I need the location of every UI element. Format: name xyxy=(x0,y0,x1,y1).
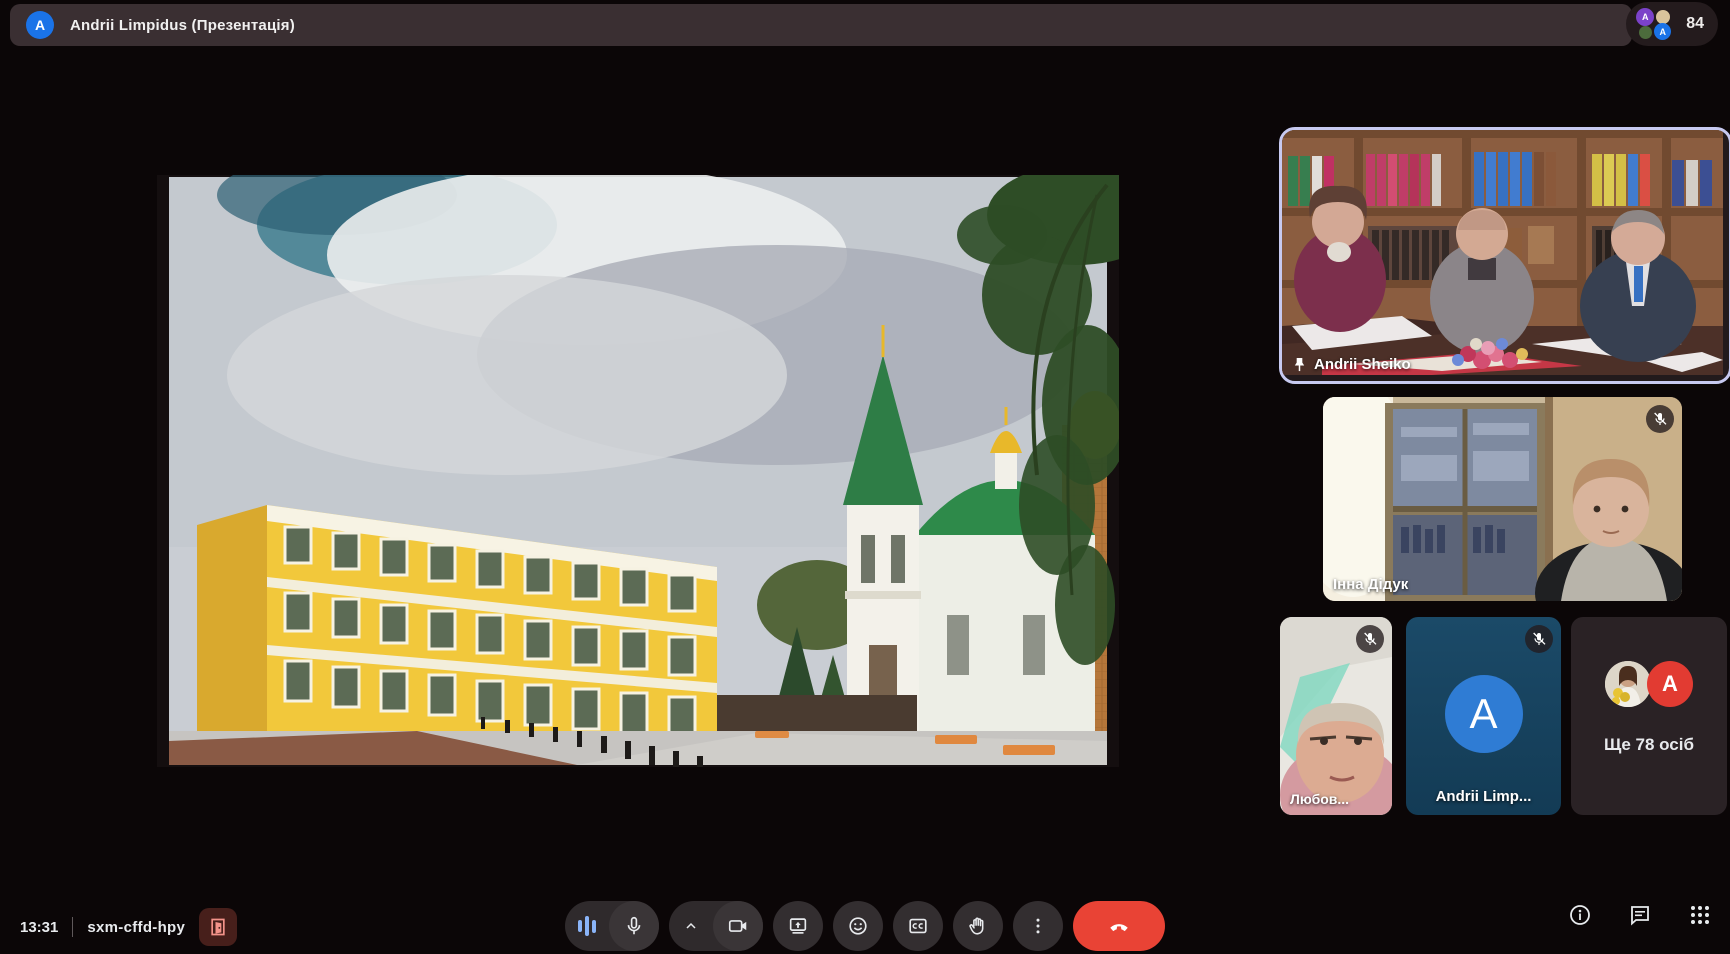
smiley-icon xyxy=(847,915,869,937)
video-tile-andrii-sheiko[interactable]: Andrii Sheiko xyxy=(1279,127,1730,384)
info-button[interactable] xyxy=(1568,903,1592,927)
present-screen-button[interactable] xyxy=(773,901,823,951)
overflow-count-label: Ще 78 осіб xyxy=(1571,735,1727,755)
avatar xyxy=(1605,661,1651,707)
raise-hand-icon xyxy=(967,915,989,937)
tile-name-label: Любов... xyxy=(1290,791,1349,807)
camera-icon xyxy=(727,915,749,937)
chat-icon xyxy=(1628,903,1652,927)
mic-off-icon xyxy=(1525,625,1553,653)
present-screen-icon xyxy=(787,915,809,937)
chat-button[interactable] xyxy=(1628,903,1652,927)
participants-badge[interactable]: A A 84 xyxy=(1626,2,1718,46)
raise-hand-button[interactable] xyxy=(953,901,1003,951)
presenter-banner[interactable]: A Andrii Limpidus (Презентація) xyxy=(10,4,1632,46)
overflow-participants-tile[interactable]: A Ще 78 осіб xyxy=(1571,617,1727,815)
apps-grid-button[interactable] xyxy=(1688,903,1712,927)
tile-name-label: Інна Дідук xyxy=(1333,576,1408,593)
presentation-slide-image xyxy=(157,175,1119,767)
avatar: A xyxy=(1445,675,1523,753)
video-tile-lyubov[interactable]: Любов... xyxy=(1280,617,1392,815)
avatar: A xyxy=(1647,661,1693,707)
more-options-icon xyxy=(1028,916,1048,936)
mic-control-group xyxy=(565,901,659,951)
tile-name-label: Andrii Limp... xyxy=(1436,788,1532,805)
mic-off-icon xyxy=(1356,625,1384,653)
equalizer-icon xyxy=(578,915,596,937)
call-controls xyxy=(0,901,1730,951)
video-feed xyxy=(1323,397,1682,601)
apps-grid-icon xyxy=(1688,903,1712,927)
avatar: A xyxy=(1654,23,1671,40)
google-meet-window: A Andrii Limpidus (Презентація) A A 84 xyxy=(0,0,1730,954)
overflow-avatars: A xyxy=(1605,661,1693,707)
presenter-label: Andrii Limpidus (Презентація) xyxy=(70,17,295,34)
avatar: A xyxy=(1636,8,1654,26)
voice-level-indicator xyxy=(565,901,609,951)
avatar xyxy=(1656,10,1670,24)
mic-off-icon xyxy=(1646,405,1674,433)
camera-control-group xyxy=(669,901,763,951)
avatar xyxy=(1639,26,1652,39)
mic-icon xyxy=(623,915,645,937)
presenter-avatar: A xyxy=(26,11,54,39)
participant-mini-avatars: A A xyxy=(1634,6,1678,42)
video-tile-inna-diduk[interactable]: Інна Дідук xyxy=(1323,397,1682,601)
participant-count: 84 xyxy=(1686,15,1704,33)
video-feed xyxy=(1282,130,1723,375)
mic-button[interactable] xyxy=(609,901,659,951)
tile-name-label: Andrii Sheiko xyxy=(1292,356,1411,373)
presentation-slide[interactable] xyxy=(157,175,1119,767)
camera-button[interactable] xyxy=(713,901,763,951)
meeting-panels xyxy=(1568,903,1712,927)
info-icon xyxy=(1568,903,1592,927)
reactions-button[interactable] xyxy=(833,901,883,951)
chevron-up-icon xyxy=(683,918,699,934)
more-options-button[interactable] xyxy=(1013,901,1063,951)
end-call-button[interactable] xyxy=(1073,901,1165,951)
captions-icon xyxy=(907,915,929,937)
pin-icon xyxy=(1292,357,1307,372)
video-tile-andrii-limpidus[interactable]: A Andrii Limp... xyxy=(1406,617,1561,815)
video-options-button[interactable] xyxy=(669,901,713,951)
captions-button[interactable] xyxy=(893,901,943,951)
end-call-icon xyxy=(1105,912,1133,940)
